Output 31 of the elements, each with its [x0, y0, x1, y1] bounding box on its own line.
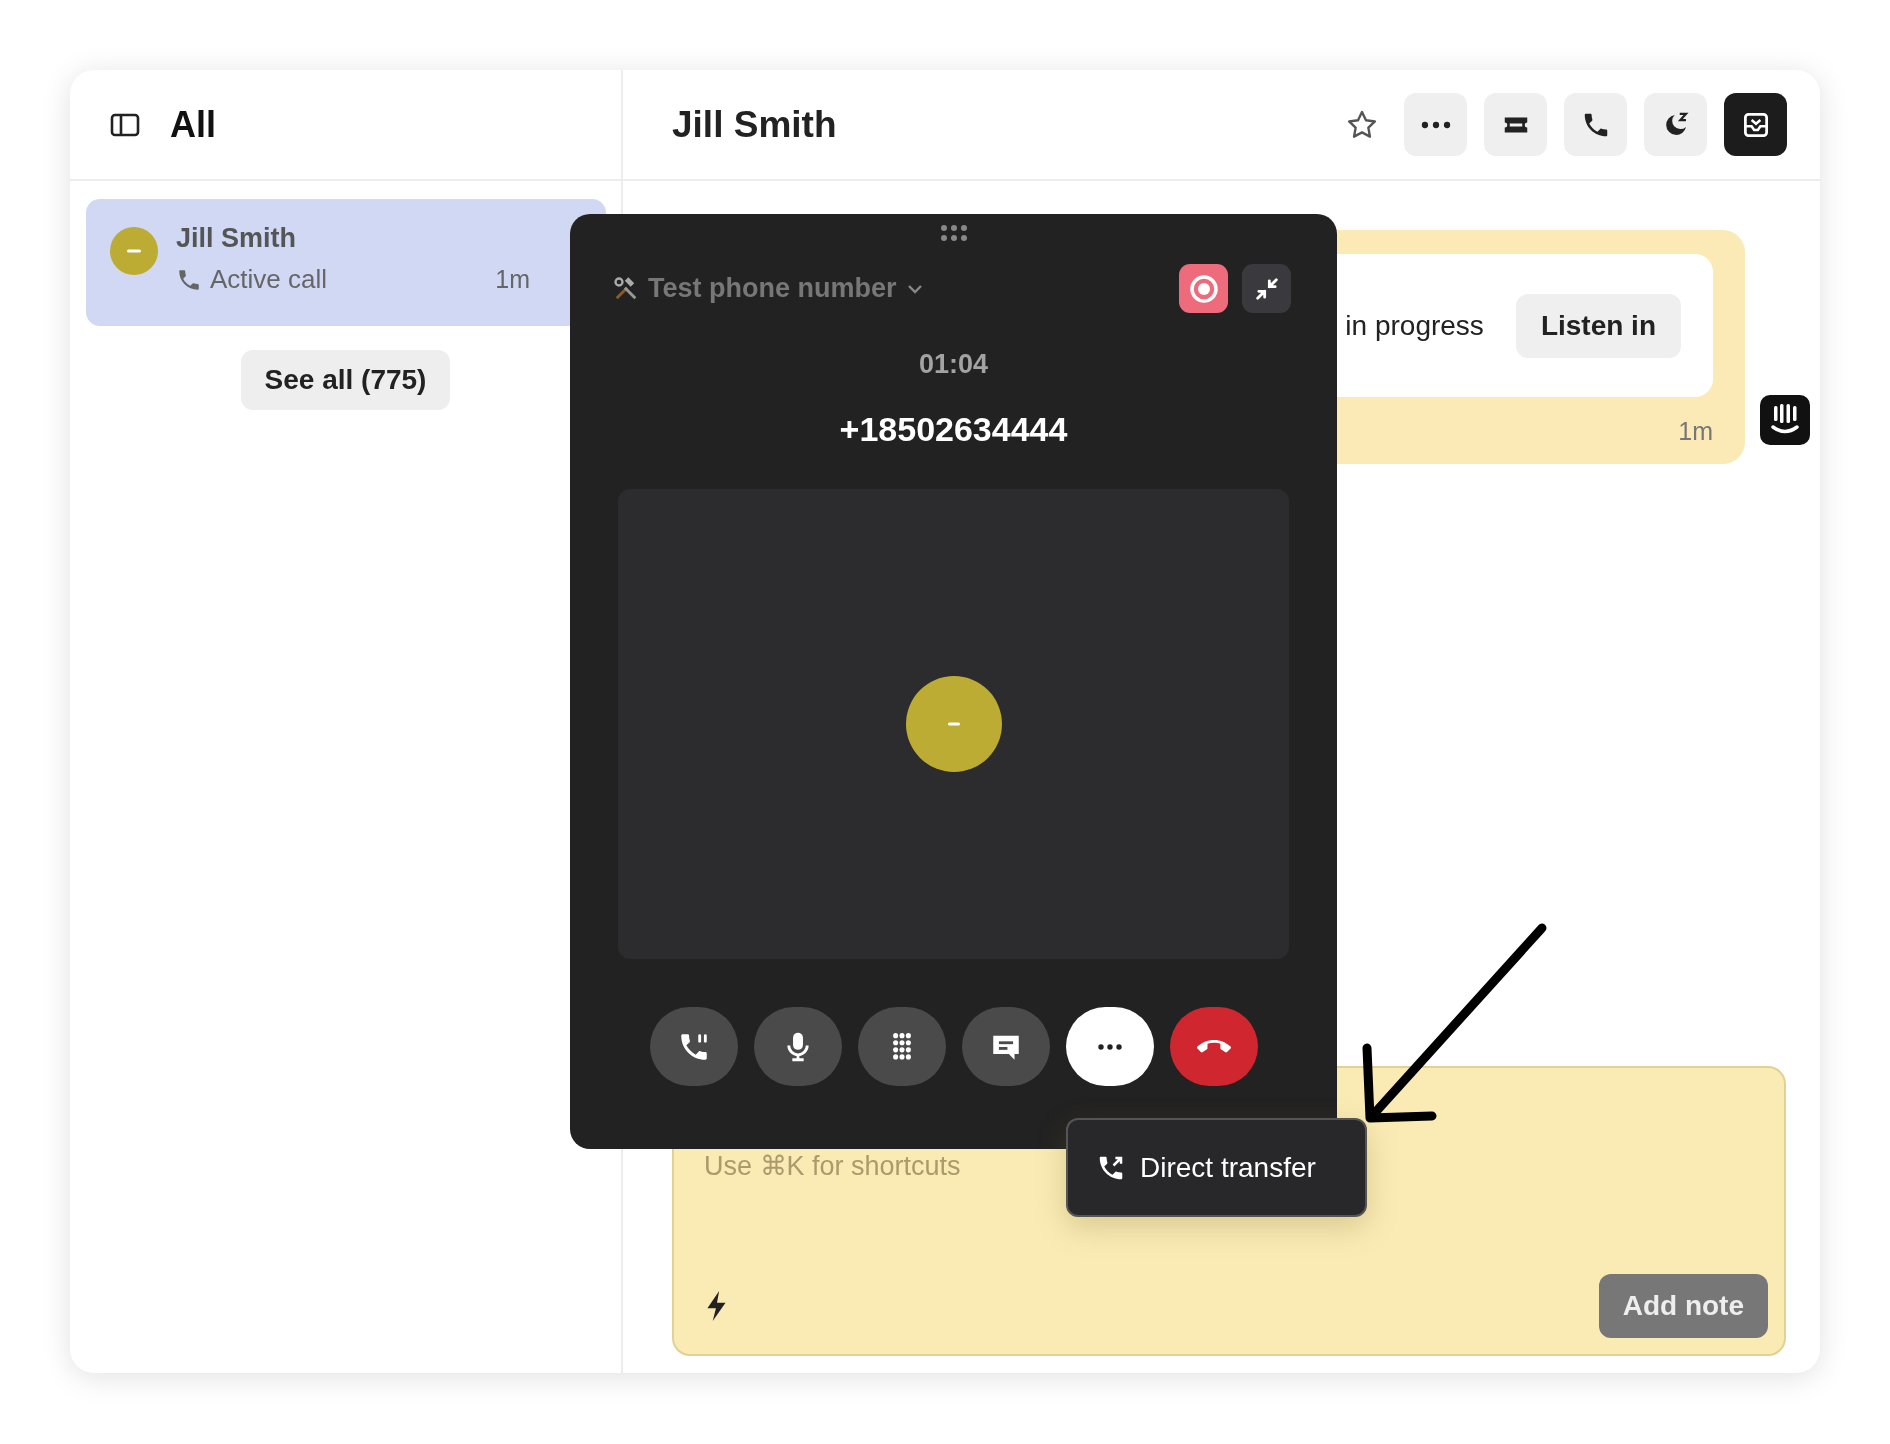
- listen-in-button[interactable]: Listen in: [1515, 293, 1681, 358]
- contact-name: Jill Smith: [176, 223, 298, 254]
- add-note-button[interactable]: Add note: [1598, 1274, 1768, 1338]
- drag-handle-icon[interactable]: [939, 224, 968, 242]
- inbox-button[interactable]: [1724, 93, 1787, 156]
- message-time: 1m: [1678, 417, 1713, 446]
- avatar-icon: [110, 227, 158, 275]
- call-timer: 01:04: [918, 349, 989, 380]
- record-button[interactable]: [1179, 264, 1228, 313]
- sidebar-toggle-icon[interactable]: [110, 111, 140, 138]
- conversation-title: Jill Smith: [672, 103, 837, 146]
- menu-item[interactable]: Direct transfer: [1096, 1151, 1316, 1184]
- snooze-button[interactable]: [1644, 93, 1707, 156]
- record-icon: [1187, 272, 1220, 305]
- call-progress-text: in progress: [1345, 309, 1484, 342]
- more-button[interactable]: [1404, 93, 1467, 156]
- inbox-title: All: [170, 103, 216, 146]
- see-all-button[interactable]: See all (775): [240, 350, 451, 410]
- phone-line-selector[interactable]: Test phone number: [612, 273, 925, 304]
- composer-placeholder: Use ⌘K for shortcuts: [704, 1150, 961, 1182]
- bot-avatar-icon: [1760, 395, 1810, 445]
- collapse-button[interactable]: [1242, 264, 1291, 313]
- conversation-item[interactable]: Jill Smith Active call 1m: [86, 199, 606, 326]
- call-button[interactable]: [1564, 93, 1627, 156]
- more-icon: [1097, 1043, 1122, 1050]
- ticket-button[interactable]: [1484, 93, 1547, 156]
- more-icon: [1420, 120, 1451, 129]
- call-status: Active call: [210, 264, 329, 295]
- conversation-time: 1m: [495, 265, 530, 294]
- avatar-icon: [905, 676, 1002, 772]
- phone-number: +18502634444: [839, 410, 1068, 449]
